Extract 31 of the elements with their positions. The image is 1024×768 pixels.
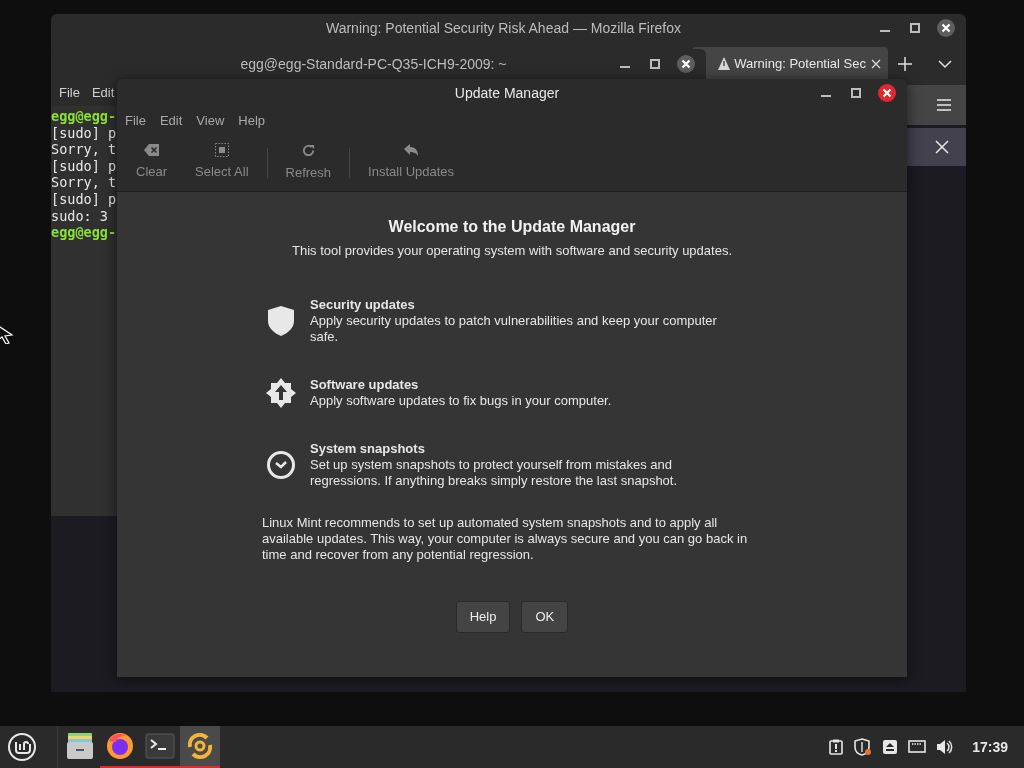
terminal-line: [sudo] p — [51, 124, 117, 142]
feature-description: Apply software updates to fix bugs in your computer. — [310, 393, 613, 409]
feature-description: Apply security updates to patch vulnerabilities and keep your computer safe. — [310, 313, 718, 345]
tab-title: Warning: Potential Sec — [734, 54, 866, 73]
welcome-heading: Welcome to the Update Manager — [387, 217, 637, 237]
feature-title: System snapshots — [310, 441, 426, 457]
dialog-button[interactable]: OK — [521, 601, 569, 633]
window-title: Update Manager — [454, 83, 560, 103]
recommendation-text: Linux Mint recommends to set up automated system snapshots and to apply all available updates. This way, your computer is always secure and you can go back in time and recover from any potential regression. — [262, 515, 749, 563]
dialog-button[interactable]: Help — [455, 601, 511, 633]
terminal-line: [sudo] p — [51, 190, 117, 208]
terminal-line: [sudo] p — [51, 157, 117, 175]
terminal-line: Sorry, t — [51, 174, 117, 191]
clock-text: 17:39 — [972, 737, 1008, 757]
feature-description: Set up system snapshots to protect yourself from mistakes and regressions. If anything breaks simply restore the last snapshot. — [310, 457, 679, 489]
feature-title: Security updates — [310, 297, 416, 313]
menu-item[interactable]: Help — [238, 110, 266, 131]
feature-title: Software updates — [310, 377, 420, 393]
window-title: Warning: Potential Security Risk Ahead — Mozilla Firefox — [325, 18, 682, 38]
terminal-line: Sorry, t — [51, 141, 117, 158]
window-title: egg@egg-Standard-PC-Q35-ICH9-2009: ~ — [240, 54, 507, 74]
menu-item[interactable]: File — [125, 110, 146, 131]
menu-item[interactable]: Edit — [159, 110, 183, 131]
terminal-line: egg@egg- — [51, 224, 117, 241]
menu-item[interactable]: File — [59, 82, 80, 103]
browser-tab[interactable]: Warning: Potential Sec — [692, 46, 888, 81]
terminal-line: sudo: 3 — [51, 207, 108, 225]
subtitle-text: This tool provides your operating system with software and security updates. — [290, 243, 733, 259]
menu-item[interactable]: View — [196, 110, 225, 131]
menu-item[interactable]: Edit — [91, 82, 115, 103]
terminal-line: egg@egg- — [51, 108, 117, 125]
